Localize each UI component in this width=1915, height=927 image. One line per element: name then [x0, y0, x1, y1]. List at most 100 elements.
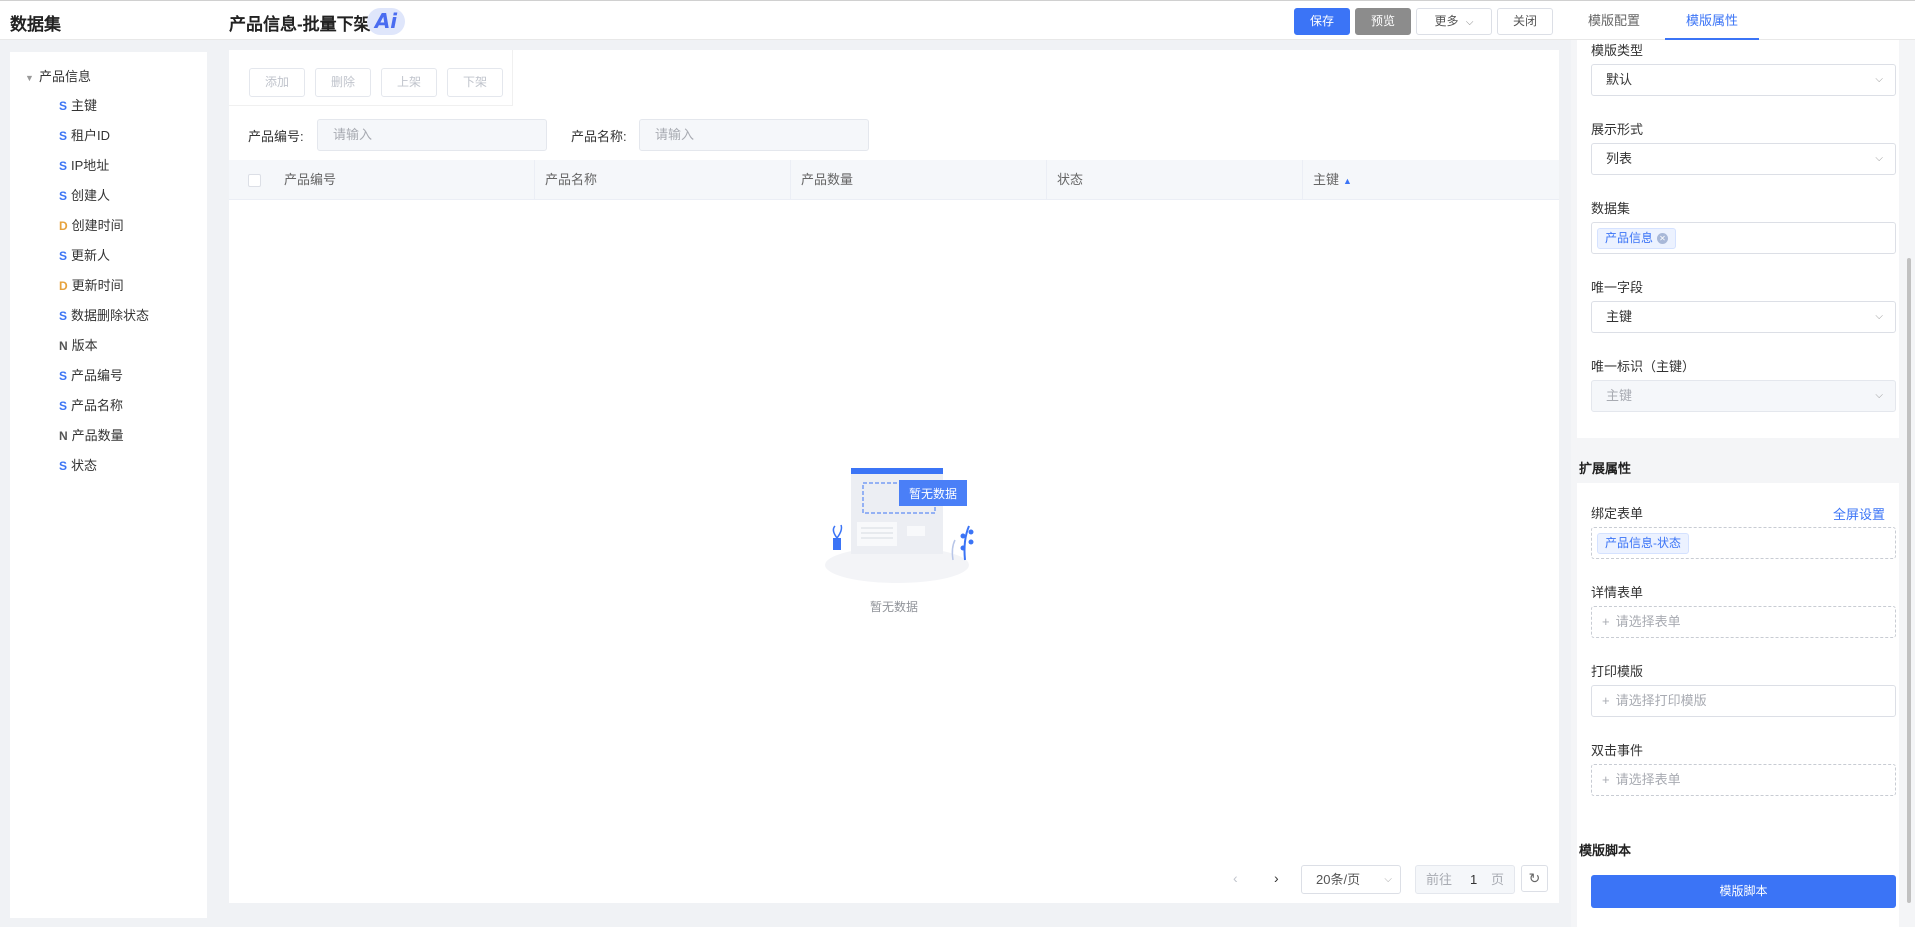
tree-field-item[interactable]: S 主键 [59, 95, 97, 114]
display-mode-select[interactable]: 列表 ⌵ [1591, 143, 1896, 175]
column-header-sortable[interactable]: 主键 ▲ [1302, 160, 1559, 200]
tree-field-item[interactable]: N 版本 [59, 335, 98, 354]
unique-field-select[interactable]: 主键 ⌵ [1591, 301, 1896, 333]
basic-props-card: 模版类型 默认 ⌵ 展示形式 列表 ⌵ 数据集 产品信息 ✕ 唯一字段 主键 ⌵ … [1577, 40, 1899, 438]
bind-form-select[interactable]: 产品信息-状态 [1591, 527, 1896, 559]
tree-root-node[interactable]: ▼ 产品信息 [25, 66, 91, 85]
page-size-value: 20条/页 [1316, 872, 1361, 887]
empty-state-illustration: 暂无数据 [825, 468, 974, 583]
bind-form-tag: 产品信息-状态 [1597, 533, 1689, 554]
goto-label: 前往 [1426, 872, 1453, 887]
ext-props-card: 绑定表单 全屏设置 产品信息-状态 详情表单 + 请选择表单 打印模版 + 请选择打… [1577, 483, 1899, 865]
tree-field-label: 状态 [71, 458, 98, 473]
column-header[interactable]: 产品名称 [534, 160, 790, 200]
product-code-input[interactable]: 请输入 [317, 119, 547, 151]
main-content: 添加 删除 上架 下架 产品编号: 请输入 产品名称: 请输入 产品编号 产品名… [229, 50, 1559, 903]
unique-id-value: 主键 [1606, 388, 1633, 403]
column-header[interactable]: 状态 [1046, 160, 1302, 200]
field-type-icon: D [59, 219, 68, 233]
tree-field-label: 更新人 [71, 248, 111, 263]
caret-down-icon: ▼ [25, 73, 34, 83]
column-header[interactable]: 产品数量 [790, 160, 1046, 200]
page-size-select[interactable]: 20条/页 ⌵ [1301, 865, 1401, 894]
preview-button[interactable]: 预览 [1355, 8, 1411, 35]
sort-ascending-icon[interactable]: ▲ [1343, 176, 1352, 186]
tree-field-item[interactable]: S 创建人 [59, 185, 110, 204]
tree-field-item[interactable]: N 产品数量 [59, 425, 124, 444]
save-button[interactable]: 保存 [1294, 8, 1350, 35]
print-template-label: 打印模版 [1591, 664, 1644, 679]
detail-form-label: 详情表单 [1591, 585, 1644, 600]
tree-field-item[interactable]: S 更新人 [59, 245, 110, 264]
select-all-checkbox[interactable] [248, 174, 261, 187]
script-card: 模版脚本 [1577, 865, 1899, 927]
field-type-icon: D [59, 279, 68, 293]
template-type-label: 模版类型 [1591, 43, 1644, 58]
column-header[interactable]: 产品编号 [274, 160, 530, 200]
display-mode-label: 展示形式 [1591, 122, 1644, 137]
field-type-icon: S [59, 399, 68, 413]
filter-code-label: 产品编号: [248, 129, 304, 144]
tree-field-label: 产品数量 [71, 428, 124, 443]
detail-form-select[interactable]: + 请选择表单 [1591, 606, 1896, 638]
tree-root-label: 产品信息 [39, 69, 92, 84]
print-template-select[interactable]: + 请选择打印模版 [1591, 685, 1896, 717]
field-type-icon: S [59, 249, 68, 263]
off-shelf-button[interactable]: 下架 [447, 68, 503, 97]
tree-field-label: 创建人 [71, 188, 111, 203]
dataset-label: 数据集 [1591, 201, 1631, 216]
properties-panel: 模版类型 默认 ⌵ 展示形式 列表 ⌵ 数据集 产品信息 ✕ 唯一字段 主键 ⌵ … [1571, 40, 1915, 927]
tree-field-item[interactable]: S 状态 [59, 455, 97, 474]
close-icon[interactable]: ✕ [1657, 233, 1669, 244]
tab-template-config[interactable]: 模版配置 [1588, 1, 1648, 40]
product-name-input[interactable]: 请输入 [639, 119, 869, 151]
tree-field-item[interactable]: S 租户ID [59, 125, 110, 144]
page-title: 产品信息-批量下架 [229, 15, 371, 34]
detail-form-placeholder: 请选择表单 [1615, 614, 1681, 629]
tree-field-item[interactable]: D 更新时间 [59, 275, 124, 294]
app-title: 数据集 [10, 15, 61, 34]
top-bar: 数据集 产品信息-批量下架 Ai 保存 预览 更多 ⌵ 关闭 模版配置 模版属性 [0, 0, 1915, 40]
ai-assistant-button[interactable]: Ai [367, 8, 405, 35]
on-shelf-button[interactable]: 上架 [381, 68, 437, 97]
dataset-select[interactable]: 产品信息 ✕ [1591, 222, 1896, 254]
tree-field-label: 创建时间 [71, 218, 124, 233]
tree-field-item[interactable]: D 创建时间 [59, 215, 124, 234]
more-dropdown-button[interactable]: 更多 ⌵ [1416, 8, 1492, 35]
next-page-icon[interactable]: › [1274, 870, 1279, 886]
tree-field-label: 主键 [71, 98, 98, 113]
unique-id-select: 主键 ⌵ [1591, 380, 1896, 412]
goto-unit: 页 [1491, 872, 1505, 887]
dblclick-event-select[interactable]: + 请选择表单 [1591, 764, 1896, 796]
goto-page-input[interactable]: 前往 1 页 [1415, 865, 1515, 894]
panel-scrollbar[interactable] [1907, 258, 1911, 903]
tree-field-item[interactable]: S 产品编号 [59, 365, 123, 384]
column-header-label: 主键 [1313, 172, 1340, 187]
dblclick-event-label: 双击事件 [1591, 743, 1644, 758]
template-type-select[interactable]: 默认 ⌵ [1591, 64, 1896, 96]
dataset-tree: ▼ 产品信息 S 主键 S 租户ID S IP地址 S 创建人 D 创建时间 S 更新人 D 更新时间 S 数据… [10, 52, 207, 918]
tree-field-item[interactable]: S IP地址 [59, 155, 109, 174]
bind-form-label: 绑定表单 [1591, 506, 1644, 521]
template-script-button[interactable]: 模版脚本 [1591, 875, 1896, 908]
field-type-icon: N [59, 339, 68, 353]
tab-template-props[interactable]: 模版属性 [1665, 1, 1759, 40]
prev-page-icon[interactable]: ‹ [1233, 870, 1238, 886]
delete-button[interactable]: 删除 [315, 68, 371, 97]
plus-icon: + [1602, 772, 1610, 787]
fullscreen-settings-link[interactable]: 全屏设置 [1833, 504, 1885, 523]
field-type-icon: S [59, 459, 68, 473]
tree-field-label: 数据删除状态 [71, 308, 150, 323]
tree-field-label: 租户ID [71, 128, 111, 143]
tree-field-item[interactable]: S 数据删除状态 [59, 305, 149, 324]
ext-props-title: 扩展属性 [1579, 461, 1632, 476]
add-button[interactable]: 添加 [249, 68, 305, 97]
empty-badge-text: 暂无数据 [909, 486, 957, 501]
template-type-value: 默认 [1606, 72, 1633, 87]
tree-field-item[interactable]: S 产品名称 [59, 395, 123, 414]
close-button[interactable]: 关闭 [1497, 8, 1553, 35]
unique-id-label: 唯一标识（主键） [1591, 359, 1696, 374]
chevron-down-icon: ⌵ [1875, 74, 1883, 85]
field-type-icon: S [59, 99, 68, 113]
refresh-icon[interactable]: ↻ [1521, 865, 1548, 892]
